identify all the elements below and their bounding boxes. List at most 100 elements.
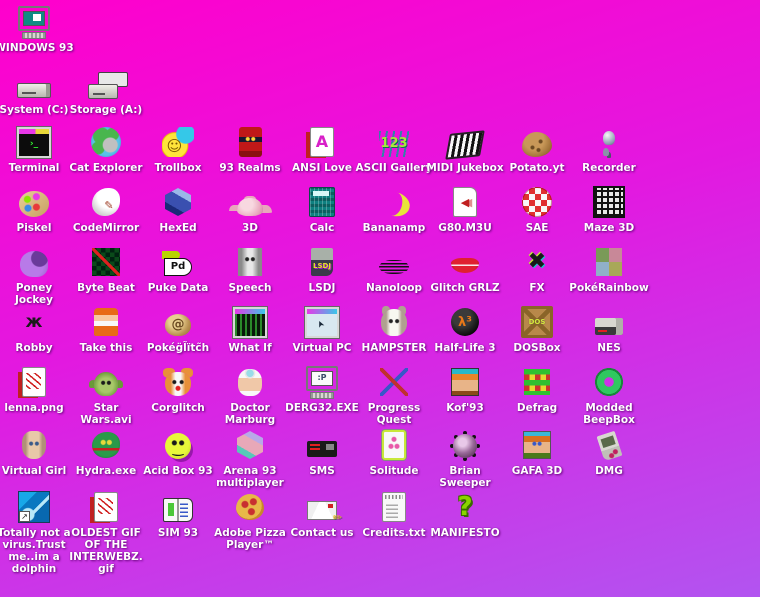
desktop-icon-terminal[interactable]: ›_ Terminal <box>0 124 71 174</box>
acid-box-93-art: ‿ <box>165 433 191 459</box>
desktop-icon-system-c[interactable]: System (C:) <box>0 66 71 116</box>
desktop-icon-brian-sweeper[interactable]: Brian Sweeper <box>428 427 502 489</box>
recorder-icon <box>603 124 615 160</box>
fx-icon: ✖ <box>522 244 552 280</box>
piskel-icon <box>19 184 49 220</box>
desktop-icon-modded-beepbox[interactable]: Modded BeepBox <box>572 364 646 426</box>
dolphin-virus-art: ↗ <box>18 491 50 523</box>
desktop-icon-contact-us[interactable]: ✏ Contact us <box>285 489 359 539</box>
codemirror-art: ✎ <box>92 188 120 216</box>
kof93-art <box>451 368 479 396</box>
contact-us-art: ✏ <box>307 500 342 523</box>
desktop-icon-93-realms[interactable]: 93 Realms <box>213 124 287 174</box>
sim-93-icon <box>163 489 193 525</box>
progress-quest-icon <box>380 364 408 400</box>
desktop-icon-ascii-gallery[interactable]: 123 ASCII Gallery <box>356 124 432 174</box>
desktop-icon-speech[interactable]: Speech <box>213 244 287 294</box>
defrag-icon <box>524 364 550 400</box>
desktop-icon-fx[interactable]: ✖ FX <box>500 244 574 295</box>
window-frame: ›_ <box>16 125 52 159</box>
desktop-icon-3d[interactable]: 3D <box>213 184 287 234</box>
desktop-icon-dosbox[interactable]: DOS DOSBox <box>500 304 574 354</box>
desktop-icon-lenna-png[interactable]: lenna.png <box>0 364 71 414</box>
desktop-icon-hexed[interactable]: HexEd <box>141 184 215 234</box>
virtual-pc-glyph: ➤ <box>315 318 328 330</box>
desktop-icon-calc[interactable]: Calc <box>285 184 359 234</box>
desktop-icon-star-wars-avi[interactable]: Star Wars.avi <box>69 364 143 426</box>
gafa-3d-art <box>523 431 551 459</box>
puke-data-icon: Pd <box>164 244 192 280</box>
desktop-icon-defrag[interactable]: Defrag <box>500 364 574 414</box>
desktop-icon-pokerainbow[interactable]: PokéRainbow <box>569 244 649 294</box>
desktop-icon-trollbox[interactable]: ☺ Trollbox <box>141 124 215 174</box>
desktop-icon-midi-jukebox[interactable]: MIDI Jukebox <box>426 124 504 174</box>
storage-a-art <box>88 83 118 99</box>
acid-box-93-icon: ‿ <box>165 427 191 463</box>
desktop-icon-recorder[interactable]: Recorder <box>572 124 646 174</box>
desktop-icon-puke-data[interactable]: Pd Puke Data <box>141 244 215 294</box>
desktop-icon-virtual-girl[interactable]: Virtual Girl <box>0 427 71 477</box>
desktop-icon-robby[interactable]: ж Robby <box>0 304 71 354</box>
desktop-icon-gafa-3d[interactable]: GAFA 3D <box>500 427 574 477</box>
dosbox-glyph: DOS <box>528 317 546 326</box>
desktop-icon-dmg[interactable]: DMG <box>572 427 646 477</box>
desktop: WINDOWS 93 System (C:) Storage (A:) ›_ Termi… <box>0 0 760 597</box>
desktop-icon-maze-3d[interactable]: Maze 3D <box>572 184 646 234</box>
desktop-icon-kof93[interactable]: Kof'93 <box>428 364 502 414</box>
3d-art <box>237 197 263 216</box>
poney-jockey-icon <box>20 244 48 280</box>
desktop-icon-lsdj[interactable]: LSDJ LSDJ <box>285 244 359 294</box>
desktop-icon-cat-explorer[interactable]: Cat Explorer <box>69 124 143 174</box>
desktop-icon-what-if[interactable]: What If <box>213 304 287 354</box>
desktop-icon-sae[interactable]: SAE <box>500 184 574 234</box>
desktop-icon-storage-a[interactable]: Storage (A:) <box>69 66 143 116</box>
desktop-icon-hampster[interactable]: HAMPSTER <box>357 304 431 354</box>
desktop-icon-oldest-gif[interactable]: OLDEST GIF OF THE INTERWEBZ. gif <box>69 489 143 575</box>
puke-data-art: Pd <box>164 258 192 276</box>
desktop-icon-adobe-pizza-player[interactable]: Adobe Pizza Player™ <box>213 489 287 551</box>
terminal-glyph: ›_ <box>29 138 39 149</box>
desktop-icon-manifesto[interactable]: ? MANIFESTO <box>428 489 502 539</box>
desktop-icon-sim-93[interactable]: SIM 93 <box>141 489 215 539</box>
desktop-icon-piskel[interactable]: Piskel <box>0 184 71 234</box>
oldest-gif-art <box>94 492 118 522</box>
desktop-icon-bananamp[interactable]: Bananamp <box>357 184 431 234</box>
desktop-icon-virtual-pc[interactable]: ➤ Virtual PC <box>285 304 359 354</box>
monitor-base <box>22 31 46 39</box>
solitude-art <box>382 430 406 460</box>
byte-beat-art <box>92 248 120 276</box>
half-life-3-glyph: λ³ <box>458 314 472 330</box>
desktop-icon-poney-jockey[interactable]: Poney Jockey <box>0 244 71 306</box>
desktop-icon-corglitch[interactable]: Corglitch <box>141 364 215 414</box>
desktop-icon-g80-m3u[interactable]: ◀ G80.M3U <box>428 184 502 234</box>
ansi-love-glyph: A <box>315 132 329 151</box>
midi-jukebox-art <box>445 129 485 160</box>
corglitch-art <box>165 372 191 396</box>
desktop-icon-sms[interactable]: SMS <box>285 427 359 477</box>
desktop-icon-windows-93[interactable]: WINDOWS 93 <box>0 4 74 54</box>
arena-93-art <box>237 431 263 459</box>
desktop-icon-glitch-grlz[interactable]: Glitch GRLZ <box>428 244 502 294</box>
desktop-icon-potato-yt[interactable]: Potato.yt <box>500 124 574 174</box>
desktop-icon-half-life-3[interactable]: λ³ Half-Life 3 <box>428 304 502 354</box>
desktop-icon-arena-93[interactable]: Arena 93 multiplayer <box>213 427 287 489</box>
desktop-icon-acid-box-93[interactable]: ‿ Acid Box 93 <box>141 427 215 477</box>
desktop-icon-derg32-exe[interactable]: :P DERG32.EXE <box>285 364 359 414</box>
desktop-icon-pokeglitch[interactable]: @ Pokég̈l̃ïtc̃h <box>141 304 215 354</box>
desktop-icon-byte-beat[interactable]: Byte Beat <box>69 244 143 294</box>
desktop-icon-hydra-exe[interactable]: Hydra.exe <box>69 427 143 477</box>
desktop-icon-take-this[interactable]: Take this <box>69 304 143 354</box>
kof93-icon <box>451 364 479 400</box>
desktop-icon-codemirror[interactable]: ✎ CodeMirror <box>69 184 143 234</box>
desktop-icon-nanoloop[interactable]: Nanoloop <box>357 244 431 294</box>
trollbox-icon: ☺ <box>162 124 194 160</box>
icon-label: PokéRainbow <box>569 282 649 294</box>
window-titlebar <box>235 308 265 314</box>
desktop-icon-doctor-marburg[interactable]: Doctor Marburg <box>213 364 287 426</box>
desktop-icon-nes[interactable]: NES <box>572 304 646 354</box>
desktop-icon-solitude[interactable]: Solitude <box>357 427 431 477</box>
desktop-icon-dolphin-virus[interactable]: ↗ Totally not a virus.Trust me..im a dolp… <box>0 489 71 575</box>
desktop-icon-progress-quest[interactable]: Progress Quest <box>357 364 431 426</box>
desktop-icon-ansi-love[interactable]: A ANSI Love <box>285 124 359 174</box>
desktop-icon-credits-txt[interactable]: Credits.txt <box>357 489 431 539</box>
